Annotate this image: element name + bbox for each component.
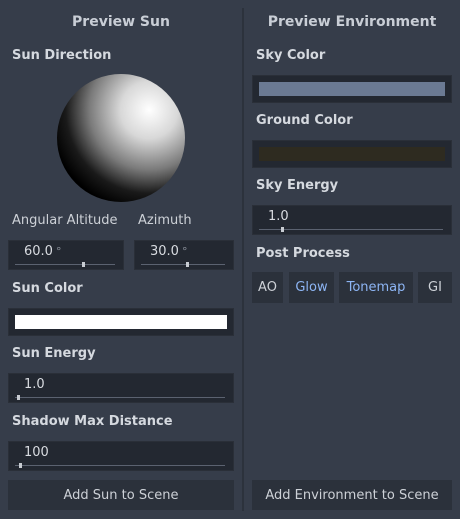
preview-sun-title: Preview Sun [72, 14, 170, 30]
slider-thumb[interactable] [82, 262, 85, 267]
slider-track [141, 264, 225, 265]
slider-track [259, 229, 443, 230]
preview-environment-title: Preview Environment [267, 14, 437, 30]
ground-color-label: Ground Color [256, 113, 353, 128]
slider-track [15, 397, 225, 398]
angular-altitude-label: Angular Altitude [12, 213, 118, 228]
slider-thumb[interactable] [281, 227, 284, 232]
post-process-label: Post Process [256, 246, 350, 261]
azimuth-label: Azimuth [138, 213, 192, 228]
degree-unit: ° [181, 245, 188, 258]
sky-color-picker[interactable] [252, 75, 452, 103]
sun-energy-spinslider[interactable]: 1.0 [8, 373, 234, 403]
slider-track [15, 465, 225, 466]
sun-direction-label: Sun Direction [12, 48, 112, 63]
sky-color-label: Sky Color [256, 48, 326, 63]
ground-color-swatch [259, 147, 445, 161]
slider-track [15, 264, 115, 265]
sun-energy-label: Sun Energy [12, 346, 96, 361]
tonemap-toggle-button[interactable]: Tonemap [339, 272, 413, 303]
sky-color-swatch [259, 82, 445, 96]
ground-color-picker[interactable] [252, 140, 452, 168]
slider-thumb[interactable] [186, 262, 190, 267]
degree-unit: ° [55, 245, 62, 258]
shadow-max-distance-value: 100 [24, 445, 49, 460]
sun-color-label: Sun Color [12, 281, 83, 296]
azimuth-spinslider[interactable]: 30.0 ° [134, 240, 234, 270]
add-sun-to-scene-button[interactable]: Add Sun to Scene [8, 480, 234, 510]
preview-sun-panel: Preview Sun Sun Direction Angular Altitu… [0, 0, 242, 519]
shadow-max-distance-spinslider[interactable]: 100 [8, 441, 234, 471]
add-environment-to-scene-button[interactable]: Add Environment to Scene [252, 480, 452, 510]
sun-direction-sphere[interactable] [57, 74, 185, 202]
glow-toggle-button[interactable]: Glow [289, 272, 334, 303]
preview-environment-panel: Preview Environment Sky Color Ground Col… [244, 0, 460, 519]
slider-thumb[interactable] [17, 395, 20, 400]
angular-altitude-value: 60.0 [24, 244, 53, 259]
sun-color-swatch [15, 315, 227, 329]
angular-altitude-spinslider[interactable]: 60.0 ° [8, 240, 124, 270]
sun-energy-value: 1.0 [24, 377, 45, 392]
azimuth-value: 30.0 [150, 244, 179, 259]
ao-toggle-button[interactable]: AO [252, 272, 283, 303]
sky-energy-label: Sky Energy [256, 178, 339, 193]
sky-energy-value: 1.0 [268, 209, 289, 224]
sun-color-picker[interactable] [8, 308, 234, 336]
slider-thumb[interactable] [19, 463, 22, 468]
gi-toggle-button[interactable]: GI [418, 272, 452, 303]
sky-energy-spinslider[interactable]: 1.0 [252, 205, 452, 235]
shadow-max-distance-label: Shadow Max Distance [12, 414, 173, 429]
